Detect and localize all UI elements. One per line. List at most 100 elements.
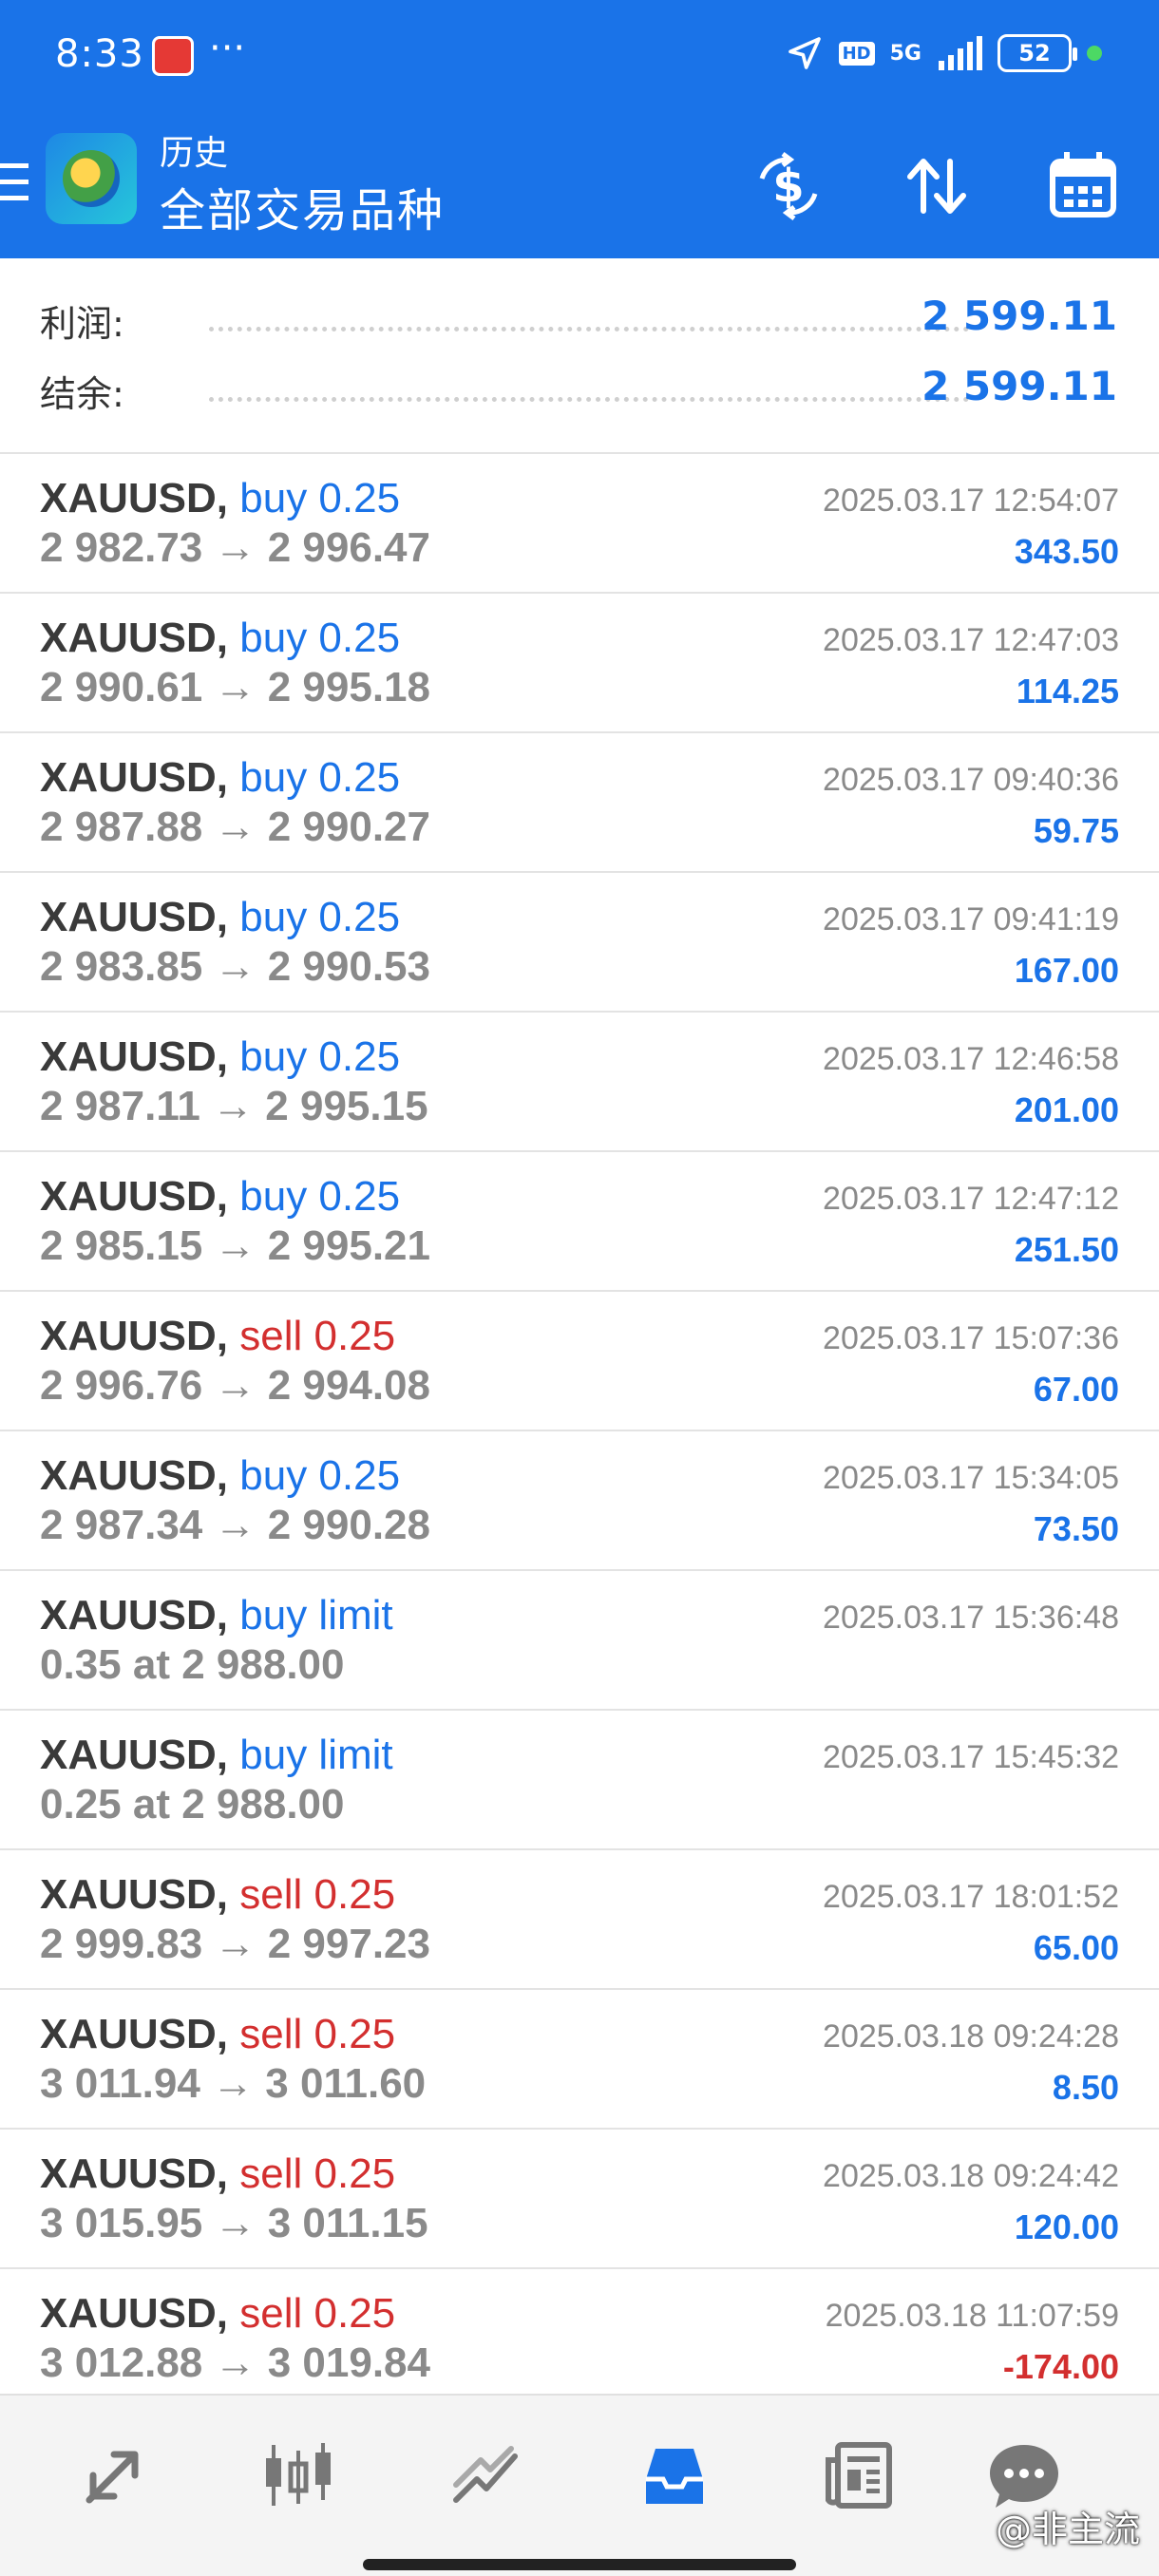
trade-type: sell 0.25 [239,1313,396,1359]
trade-row[interactable]: XAUUSD, buy 0.25 2 987.34 → 2 990.28 2025.… [0,1430,1159,1569]
trade-time: 2025.03.17 15:07:36 [823,1320,1119,1356]
trade-profit: 120.00 [1014,2207,1119,2246]
symbol-name: XAUUSD, [40,1173,229,1220]
symbol-name: XAUUSD, [40,1033,229,1080]
trade-time: 2025.03.17 09:40:36 [823,762,1119,798]
trade-prices: 3 015.95 → 3 011.15 [40,2200,428,2246]
trade-prices: 2 987.34 → 2 990.28 [40,1502,430,1548]
deposit-withdraw-icon[interactable]: $ [750,148,826,224]
trade-type: buy limit [239,1592,393,1638]
symbol-name: XAUUSD, [40,1871,229,1918]
symbol-name: XAUUSD, [40,615,229,661]
notification-app-icon [152,36,194,76]
symbol-name: XAUUSD, [40,754,229,801]
trade-symbol: XAUUSD, buy 0.25 [40,1452,400,1500]
trade-symbol: XAUUSD, buy 0.25 [40,894,400,941]
trade-time: 2025.03.17 15:34:05 [823,1460,1119,1496]
symbol-name: XAUUSD, [40,1732,229,1778]
trade-time: 2025.03.18 09:24:28 [823,2018,1119,2055]
toolbar-title: 历史 [160,134,229,173]
dotted-leader [209,327,969,331]
trade-prices: 2 987.11 → 2 995.15 [40,1083,428,1129]
trade-profit: 65.00 [1033,1928,1119,1967]
symbol-filter[interactable]: 全部交易品种 [160,173,445,239]
trade-prices: 0.25 at 2 988.00 [40,1781,345,1828]
trade-row[interactable]: XAUUSD, buy 0.25 2 987.88 → 2 990.27 2025.… [0,731,1159,871]
trade-type: buy 0.25 [239,754,401,801]
trade-time: 2025.03.17 12:54:07 [823,483,1119,519]
trade-type: sell 0.25 [239,2290,396,2337]
trade-row[interactable]: XAUUSD, buy 0.25 2 987.11 → 2 995.15 2025.… [0,1011,1159,1150]
symbol-name: XAUUSD, [40,2290,229,2337]
trade-icon[interactable] [441,2430,532,2521]
dotted-leader [209,397,969,402]
trade-type: buy limit [239,1732,393,1778]
trade-type: buy 0.25 [239,475,401,521]
trade-symbol: XAUUSD, sell 0.25 [40,2290,395,2338]
trade-row[interactable]: XAUUSD, buy 0.25 2 983.85 → 2 990.53 2025.… [0,871,1159,1011]
privacy-indicator-dot [1087,46,1102,61]
trade-profit: -174.00 [1002,2347,1119,2386]
trade-row[interactable]: XAUUSD, sell 0.25 3 011.94 → 3 011.60 2025… [0,1988,1159,2128]
network-label: 5G [889,41,922,66]
location-icon [788,37,821,69]
trade-profit: 59.75 [1033,811,1119,850]
trade-symbol: XAUUSD, buy 0.25 [40,754,400,802]
sort-icon[interactable] [899,148,975,224]
trade-time: 2025.03.17 18:01:52 [823,1879,1119,1915]
trade-prices: 2 982.73 → 2 996.47 [40,524,430,571]
trade-type: sell 0.25 [239,2150,396,2197]
trade-profit: 343.50 [1014,532,1119,571]
symbol-name: XAUUSD, [40,1452,229,1499]
trade-row[interactable]: XAUUSD, sell 0.25 2 999.83 → 2 997.23 2025… [0,1848,1159,1988]
app-logo[interactable] [46,133,137,224]
trade-prices: 2 985.15 → 2 995.21 [40,1222,430,1269]
trade-symbol: XAUUSD, sell 0.25 [40,1871,395,1919]
trade-row[interactable]: XAUUSD, buy limit 0.35 at 2 988.00 2025.03… [0,1569,1159,1709]
trade-symbol: XAUUSD, buy 0.25 [40,1173,400,1221]
calendar-icon[interactable] [1045,148,1121,224]
symbol-name: XAUUSD, [40,2011,229,2057]
home-indicator[interactable] [363,2559,796,2570]
trade-row[interactable]: XAUUSD, sell 0.25 2 996.76 → 2 994.08 2025… [0,1290,1159,1430]
app-toolbar: 历史 全部交易品种 $ [0,114,1159,258]
trade-symbol: XAUUSD, sell 0.25 [40,1313,395,1360]
trade-type: buy 0.25 [239,1033,401,1080]
symbol-name: XAUUSD, [40,2150,229,2197]
trade-symbol: XAUUSD, buy limit [40,1592,393,1639]
trade-profit: 251.50 [1014,1230,1119,1269]
trade-row[interactable]: XAUUSD, sell 0.25 3 012.88 → 3 019.84 2025… [0,2267,1159,2407]
summary-panel: 利润: 2 599.11 结余: 2 599.11 [0,258,1159,452]
trade-row[interactable]: XAUUSD, buy 0.25 2 985.15 → 2 995.21 2025.… [0,1150,1159,1290]
trade-prices: 0.35 at 2 988.00 [40,1641,345,1688]
news-icon[interactable] [813,2430,904,2521]
symbol-name: XAUUSD, [40,1313,229,1359]
history-icon[interactable] [629,2430,720,2521]
trade-profit: 67.00 [1033,1370,1119,1409]
chart-icon[interactable] [253,2430,344,2521]
trade-profit: 167.00 [1014,951,1119,990]
svg-text:$: $ [772,160,804,213]
status-more-dots: ··· [209,27,246,70]
trade-row[interactable]: XAUUSD, sell 0.25 3 015.95 → 3 011.15 2025… [0,2128,1159,2267]
trade-row[interactable]: XAUUSD, buy 0.25 2 990.61 → 2 995.18 2025.… [0,592,1159,731]
profit-label: 利润: [40,303,124,345]
watermark: @非主流 [995,2509,1140,2550]
trade-prices: 2 999.83 → 2 997.23 [40,1921,430,1967]
trade-type: buy 0.25 [239,894,401,940]
signal-icon [939,36,982,70]
menu-icon[interactable] [0,163,28,205]
trade-profit: 201.00 [1014,1090,1119,1129]
trade-time: 2025.03.17 12:47:03 [823,622,1119,658]
quotes-icon[interactable] [68,2430,160,2521]
trade-row[interactable]: XAUUSD, buy limit 0.25 at 2 988.00 2025.03… [0,1709,1159,1848]
symbol-name: XAUUSD, [40,894,229,940]
balance-label: 结余: [40,373,124,415]
trade-time: 2025.03.18 09:24:42 [823,2158,1119,2194]
balance-row: 结余: 2 599.11 [0,357,1159,424]
trade-row[interactable]: XAUUSD, buy 0.25 2 982.73 → 2 996.47 2025.… [0,452,1159,592]
symbol-name: XAUUSD, [40,475,229,521]
trade-type: buy 0.25 [239,1173,401,1220]
status-bar: 8:33 ··· HD 5G 52 [0,0,1159,114]
trade-symbol: XAUUSD, sell 0.25 [40,2011,395,2058]
